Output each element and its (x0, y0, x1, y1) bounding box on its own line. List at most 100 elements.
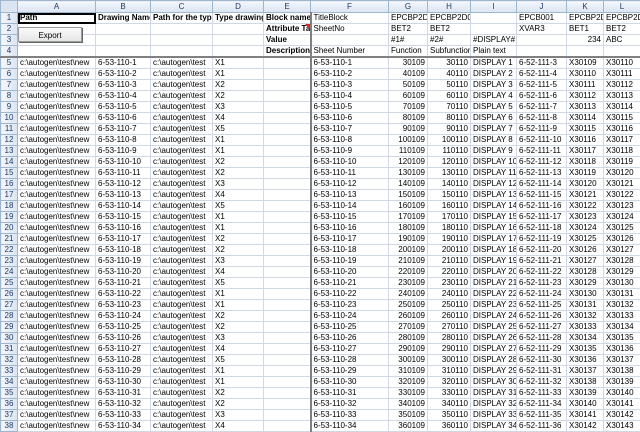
cell-A32[interactable]: c:\autogen\test\new (18, 355, 96, 366)
cell-H27[interactable]: 250110 (428, 300, 471, 311)
cell-L10[interactable]: X30115 (604, 113, 640, 124)
cell-I1[interactable] (471, 13, 517, 24)
cell-F28[interactable]: 6-53-110-24 (311, 311, 389, 322)
cell-B25[interactable]: 6-53-110-21 (96, 278, 151, 289)
cell-D19[interactable]: X1 (213, 212, 264, 223)
row-header[interactable]: 21 (1, 234, 18, 245)
cell-F7[interactable]: 6-53-110-3 (311, 80, 389, 91)
cell-E20[interactable] (264, 223, 311, 234)
cell-E5[interactable] (264, 57, 311, 69)
cell-J12[interactable]: 6-52-111-10 (517, 135, 567, 146)
cell-G21[interactable]: 190109 (389, 234, 428, 245)
cell-H9[interactable]: 70110 (428, 102, 471, 113)
cell-L3[interactable]: ABC (604, 35, 640, 46)
cell-C2[interactable] (151, 24, 213, 35)
cell-D13[interactable]: X1 (213, 146, 264, 157)
cell-F19[interactable]: 6-53-110-15 (311, 212, 389, 223)
cell-D35[interactable]: X2 (213, 388, 264, 399)
cell-I24[interactable]: DISPLAY 20 (471, 267, 517, 278)
cell-D1[interactable]: Type drawing N (213, 13, 264, 24)
cell-F22[interactable]: 6-53-110-18 (311, 245, 389, 256)
cell-C27[interactable]: c:\autogen\test (151, 300, 213, 311)
cell-A28[interactable]: c:\autogen\test\new (18, 311, 96, 322)
cell-I26[interactable]: DISPLAY 22 (471, 289, 517, 300)
cell-L34[interactable]: X30139 (604, 377, 640, 388)
cell-G22[interactable]: 200109 (389, 245, 428, 256)
cell-G28[interactable]: 260109 (389, 311, 428, 322)
cell-E6[interactable] (264, 69, 311, 80)
cell-J2[interactable]: XVAR3 (517, 24, 567, 35)
cell-B16[interactable]: 6-53-110-12 (96, 179, 151, 190)
cell-C36[interactable]: c:\autogen\test (151, 399, 213, 410)
cell-F9[interactable]: 6-53-110-5 (311, 102, 389, 113)
row-header[interactable]: 25 (1, 278, 18, 289)
cell-K11[interactable]: X30115 (567, 124, 604, 135)
cell-E3[interactable]: Value (264, 35, 311, 46)
cell-F11[interactable]: 6-53-110-7 (311, 124, 389, 135)
cell-H3[interactable]: #2# (428, 35, 471, 46)
cell-L29[interactable]: X30134 (604, 322, 640, 333)
cell-C34[interactable]: c:\autogen\test (151, 377, 213, 388)
cell-F35[interactable]: 6-53-110-31 (311, 388, 389, 399)
row-header[interactable]: 23 (1, 256, 18, 267)
cell-A13[interactable]: c:\autogen\test\new (18, 146, 96, 157)
row-header[interactable]: 1 (1, 13, 18, 24)
row-header[interactable]: 14 (1, 157, 18, 168)
cell-B35[interactable]: 6-53-110-31 (96, 388, 151, 399)
cell-F24[interactable]: 6-53-110-20 (311, 267, 389, 278)
cell-G15[interactable]: 130109 (389, 168, 428, 179)
cell-H32[interactable]: 300110 (428, 355, 471, 366)
row-header[interactable]: 5 (1, 57, 18, 69)
cell-B15[interactable]: 6-53-110-11 (96, 168, 151, 179)
cell-G4[interactable]: Function (389, 46, 428, 58)
cell-C10[interactable]: c:\autogen\test (151, 113, 213, 124)
cell-D10[interactable]: X4 (213, 113, 264, 124)
cell-C37[interactable]: c:\autogen\test (151, 410, 213, 421)
column-header-I[interactable]: I (471, 1, 517, 13)
cell-J13[interactable]: 6-52-111-11 (517, 146, 567, 157)
cell-E10[interactable] (264, 113, 311, 124)
cell-L35[interactable]: X30140 (604, 388, 640, 399)
select-all-corner[interactable] (1, 1, 18, 13)
cell-F15[interactable]: 6-53-110-11 (311, 168, 389, 179)
cell-J11[interactable]: 6-52-111-9 (517, 124, 567, 135)
cell-A31[interactable]: c:\autogen\test\new (18, 344, 96, 355)
cell-K8[interactable]: X30112 (567, 91, 604, 102)
cell-J28[interactable]: 6-52-111-26 (517, 311, 567, 322)
cell-B34[interactable]: 6-53-110-30 (96, 377, 151, 388)
cell-I8[interactable]: DISPLAY 4 (471, 91, 517, 102)
cell-K30[interactable]: X30134 (567, 333, 604, 344)
cell-H5[interactable]: 30110 (428, 57, 471, 69)
cell-A14[interactable]: c:\autogen\test\new (18, 157, 96, 168)
cell-A11[interactable]: c:\autogen\test\new (18, 124, 96, 135)
cell-H6[interactable]: 40110 (428, 69, 471, 80)
cell-F8[interactable]: 6-53-110-4 (311, 91, 389, 102)
cell-K25[interactable]: X30129 (567, 278, 604, 289)
column-header-J[interactable]: J (517, 1, 567, 13)
cell-D34[interactable]: X1 (213, 377, 264, 388)
cell-G23[interactable]: 210109 (389, 256, 428, 267)
cell-A8[interactable]: c:\autogen\test\new (18, 91, 96, 102)
cell-E32[interactable] (264, 355, 311, 366)
cell-D23[interactable]: X3 (213, 256, 264, 267)
cell-H8[interactable]: 60110 (428, 91, 471, 102)
cell-A12[interactable]: c:\autogen\test\new (18, 135, 96, 146)
cell-I18[interactable]: DISPLAY 14 (471, 201, 517, 212)
cell-I32[interactable]: DISPLAY 28 (471, 355, 517, 366)
cell-L30[interactable]: X30135 (604, 333, 640, 344)
cell-K36[interactable]: X30140 (567, 399, 604, 410)
cell-J26[interactable]: 6-52-111-24 (517, 289, 567, 300)
cell-F26[interactable]: 6-53-110-22 (311, 289, 389, 300)
cell-G34[interactable]: 320109 (389, 377, 428, 388)
cell-D17[interactable]: X4 (213, 190, 264, 201)
cell-J14[interactable]: 6-52-111-12 (517, 157, 567, 168)
cell-H16[interactable]: 140110 (428, 179, 471, 190)
cell-L4[interactable] (604, 46, 640, 58)
cell-L5[interactable]: X30110 (604, 57, 640, 69)
cell-C6[interactable]: c:\autogen\test (151, 69, 213, 80)
cell-K6[interactable]: X30110 (567, 69, 604, 80)
row-header[interactable]: 28 (1, 311, 18, 322)
cell-A1[interactable]: Path (18, 13, 96, 24)
cell-A36[interactable]: c:\autogen\test\new (18, 399, 96, 410)
cell-K34[interactable]: X30138 (567, 377, 604, 388)
